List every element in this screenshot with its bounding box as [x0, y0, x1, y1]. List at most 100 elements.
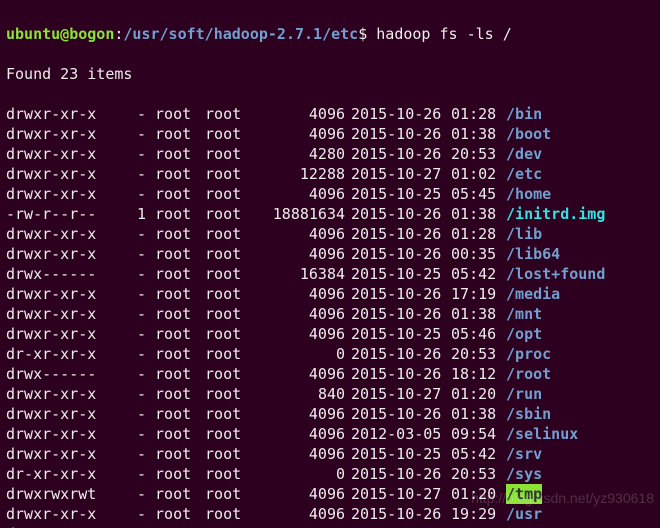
perm-cell: drwxr-xr-x [6, 144, 116, 164]
date-cell: 2015-10-26 [345, 124, 451, 144]
size-cell: 4096 [255, 484, 345, 504]
name-cell: /root [506, 364, 551, 384]
name-cell: /lost+found [506, 264, 605, 284]
links-cell: 1 [116, 204, 146, 224]
date-cell: 2015-10-27 [345, 164, 451, 184]
name-cell: /boot [506, 124, 551, 144]
size-cell: 4096 [255, 444, 345, 464]
found-items-line: Found 23 items [6, 64, 654, 84]
listing-row: drwxr-xr-x- rootroot40962015-10-2619:29/… [6, 504, 654, 524]
perm-cell: drwxr-xr-x [6, 524, 116, 528]
links-cell: - [116, 284, 146, 304]
size-cell: 16384 [255, 264, 345, 284]
prompt-line-1: ubuntu@bogon:/usr/soft/hadoop-2.7.1/etc$… [6, 24, 654, 44]
owner-cell: root [155, 424, 205, 444]
date-cell: 2015-10-25 [345, 184, 451, 204]
links-cell: - [116, 344, 146, 364]
perm-cell: dr-xr-xr-x [6, 464, 116, 484]
name-cell: /run [506, 384, 542, 404]
listing-row: drwxr-xr-x- rootroot40962015-10-2601:38/… [6, 404, 654, 424]
size-cell: 4096 [255, 304, 345, 324]
perm-cell: drwxr-xr-x [6, 404, 116, 424]
listing-row: drwxr-xr-x- rootroot40962015-10-2505:45/… [6, 184, 654, 204]
group-cell: root [205, 284, 255, 304]
prompt-sep2: $ [358, 25, 376, 43]
listing-row: drwxr-xr-x- rootroot40962015-10-2600:35/… [6, 244, 654, 264]
owner-cell: root [155, 304, 205, 324]
size-cell: 4096 [255, 424, 345, 444]
group-cell: root [205, 344, 255, 364]
perm-cell: drwxr-xr-x [6, 304, 116, 324]
group-cell: root [205, 364, 255, 384]
group-cell: root [205, 444, 255, 464]
perm-cell: drwxr-xr-x [6, 324, 116, 344]
links-cell: - [116, 464, 146, 484]
size-cell: 12288 [255, 164, 345, 184]
terminal-output[interactable]: ubuntu@bogon:/usr/soft/hadoop-2.7.1/etc$… [0, 0, 660, 528]
name-cell: /sys [506, 464, 542, 484]
time-cell: 17:19 [451, 284, 506, 304]
links-cell: - [116, 144, 146, 164]
name-cell: /media [506, 284, 560, 304]
perm-cell: dr-xr-xr-x [6, 344, 116, 364]
perm-cell: drwxr-xr-x [6, 424, 116, 444]
group-cell: root [205, 484, 255, 504]
owner-cell: root [155, 444, 205, 464]
prompt-path: /usr/soft/hadoop-2.7.1/etc [123, 25, 358, 43]
perm-cell: drwxr-xr-x [6, 444, 116, 464]
group-cell: root [205, 104, 255, 124]
owner-cell: root [155, 204, 205, 224]
time-cell: 01:28 [451, 224, 506, 244]
owner-cell: root [155, 284, 205, 304]
perm-cell: drwxr-xr-x [6, 184, 116, 204]
time-cell: 01:38 [451, 404, 506, 424]
perm-cell: drwxr-xr-x [6, 244, 116, 264]
time-cell: 01:38 [451, 124, 506, 144]
size-cell: 4096 [255, 404, 345, 424]
perm-cell: drwxr-xr-x [6, 384, 116, 404]
time-cell: 05:42 [451, 264, 506, 284]
links-cell: - [116, 504, 146, 524]
time-cell: 05:45 [451, 184, 506, 204]
owner-cell: root [155, 224, 205, 244]
date-cell: 2015-10-26 [345, 364, 451, 384]
group-cell: root [205, 224, 255, 244]
date-cell: 2015-10-26 [345, 404, 451, 424]
perm-cell: drwxr-xr-x [6, 104, 116, 124]
command-text: hadoop fs -ls / [376, 25, 511, 43]
group-cell: root [205, 144, 255, 164]
date-cell: 2015-10-26 [345, 504, 451, 524]
links-cell: - [116, 224, 146, 244]
group-cell: root [205, 404, 255, 424]
time-cell: 20:53 [451, 524, 506, 528]
links-cell: - [116, 304, 146, 324]
size-cell: 4096 [255, 224, 345, 244]
links-cell: - [116, 244, 146, 264]
time-cell: 01:38 [451, 204, 506, 224]
owner-cell: root [155, 344, 205, 364]
size-cell: 4096 [255, 504, 345, 524]
group-cell: root [205, 164, 255, 184]
perm-cell: drwxr-xr-x [6, 284, 116, 304]
listing-row: drwxr-xr-x- rootroot122882015-10-2701:02… [6, 164, 654, 184]
links-cell: - [116, 404, 146, 424]
perm-cell: drwxr-xr-x [6, 504, 116, 524]
time-cell: 01:20 [451, 384, 506, 404]
group-cell: root [205, 384, 255, 404]
date-cell: 2015-10-26 [345, 204, 451, 224]
name-cell: /selinux [506, 424, 578, 444]
name-cell: /bin [506, 104, 542, 124]
date-cell: 2012-03-05 [345, 424, 451, 444]
owner-cell: root [155, 404, 205, 424]
date-cell: 2015-10-26 [345, 304, 451, 324]
links-cell: - [116, 124, 146, 144]
owner-cell: root [155, 264, 205, 284]
size-cell: 4096 [255, 184, 345, 204]
listing-row: drwxr-xr-x- rootroot40962015-10-2601:28/… [6, 104, 654, 124]
perm-cell: drwxr-xr-x [6, 164, 116, 184]
links-cell: - [116, 424, 146, 444]
time-cell: 00:35 [451, 244, 506, 264]
group-cell: root [205, 124, 255, 144]
group-cell: root [205, 464, 255, 484]
owner-cell: root [155, 384, 205, 404]
